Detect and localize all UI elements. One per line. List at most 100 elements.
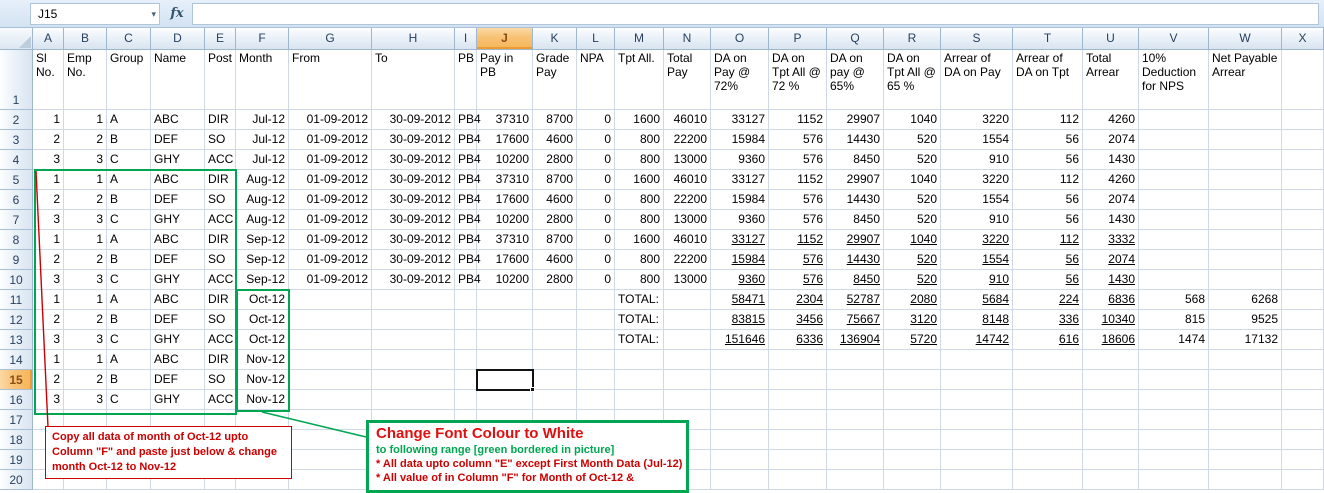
cell-I15[interactable] bbox=[455, 370, 477, 390]
cell-Q4[interactable]: 8450 bbox=[827, 150, 884, 170]
cell-X2[interactable] bbox=[1282, 110, 1324, 130]
cell-V13[interactable]: 1474 bbox=[1139, 330, 1209, 350]
cell-J9[interactable]: 17600 bbox=[477, 250, 533, 270]
cell-H14[interactable] bbox=[372, 350, 455, 370]
cell-X19[interactable] bbox=[1282, 450, 1324, 470]
cell-V10[interactable] bbox=[1139, 270, 1209, 290]
cell-R13[interactable]: 5720 bbox=[884, 330, 941, 350]
cell-X11[interactable] bbox=[1282, 290, 1324, 310]
cell-Q3[interactable]: 14430 bbox=[827, 130, 884, 150]
cell-L14[interactable] bbox=[577, 350, 615, 370]
cell-I3[interactable]: PB4 bbox=[455, 130, 477, 150]
insert-function-button[interactable]: fx bbox=[165, 3, 189, 25]
cell-Q12[interactable]: 75667 bbox=[827, 310, 884, 330]
red-note-box[interactable]: Copy all data of month of Oct-12 upto Co… bbox=[45, 426, 292, 479]
row-header-15[interactable]: 15 bbox=[0, 370, 33, 390]
cell-V7[interactable] bbox=[1139, 210, 1209, 230]
cell-O4[interactable]: 9360 bbox=[711, 150, 769, 170]
cell-L12[interactable] bbox=[577, 310, 615, 330]
row-header-11[interactable]: 11 bbox=[0, 290, 33, 310]
cell-J10[interactable]: 10200 bbox=[477, 270, 533, 290]
cell-K15[interactable] bbox=[533, 370, 577, 390]
cell-L10[interactable]: 0 bbox=[577, 270, 615, 290]
cell-G10[interactable]: 01-09-2012 bbox=[289, 270, 372, 290]
cell-T5[interactable]: 112 bbox=[1013, 170, 1083, 190]
cell-V5[interactable] bbox=[1139, 170, 1209, 190]
cell-J12[interactable] bbox=[477, 310, 533, 330]
cell-P17[interactable] bbox=[769, 410, 827, 430]
cell-I10[interactable]: PB4 bbox=[455, 270, 477, 290]
cell-V3[interactable] bbox=[1139, 130, 1209, 150]
cell-T18[interactable] bbox=[1013, 430, 1083, 450]
cell-L4[interactable]: 0 bbox=[577, 150, 615, 170]
cell-P19[interactable] bbox=[769, 450, 827, 470]
cell-G2[interactable]: 01-09-2012 bbox=[289, 110, 372, 130]
column-header-X[interactable]: X bbox=[1282, 28, 1324, 50]
cell-V4[interactable] bbox=[1139, 150, 1209, 170]
cell-N7[interactable]: 13000 bbox=[664, 210, 711, 230]
cell-L16[interactable] bbox=[577, 390, 615, 410]
cell-I16[interactable] bbox=[455, 390, 477, 410]
cell-X12[interactable] bbox=[1282, 310, 1324, 330]
cell-A1[interactable]: Sl No. bbox=[33, 50, 64, 110]
cell-K4[interactable]: 2800 bbox=[533, 150, 577, 170]
cell-N3[interactable]: 22200 bbox=[664, 130, 711, 150]
column-header-C[interactable]: C bbox=[107, 28, 151, 50]
cell-F8[interactable]: Sep-12 bbox=[236, 230, 289, 250]
cell-H8[interactable]: 30-09-2012 bbox=[372, 230, 455, 250]
row-header-14[interactable]: 14 bbox=[0, 350, 33, 370]
cell-T12[interactable]: 336 bbox=[1013, 310, 1083, 330]
cell-M14[interactable] bbox=[615, 350, 664, 370]
cell-M16[interactable] bbox=[615, 390, 664, 410]
cell-C3[interactable]: B bbox=[107, 130, 151, 150]
cell-N8[interactable]: 46010 bbox=[664, 230, 711, 250]
cell-H2[interactable]: 30-09-2012 bbox=[372, 110, 455, 130]
row-header-5[interactable]: 5 bbox=[0, 170, 33, 190]
cell-P11[interactable]: 2304 bbox=[769, 290, 827, 310]
row-header-3[interactable]: 3 bbox=[0, 130, 33, 150]
cell-C4[interactable]: C bbox=[107, 150, 151, 170]
cell-T15[interactable] bbox=[1013, 370, 1083, 390]
cell-V14[interactable] bbox=[1139, 350, 1209, 370]
column-header-B[interactable]: B bbox=[64, 28, 107, 50]
cell-R8[interactable]: 1040 bbox=[884, 230, 941, 250]
cell-O2[interactable]: 33127 bbox=[711, 110, 769, 130]
cell-V18[interactable] bbox=[1139, 430, 1209, 450]
cell-U10[interactable]: 1430 bbox=[1083, 270, 1139, 290]
cell-A4[interactable]: 3 bbox=[33, 150, 64, 170]
cell-T4[interactable]: 56 bbox=[1013, 150, 1083, 170]
cell-W15[interactable] bbox=[1209, 370, 1282, 390]
cell-B4[interactable]: 3 bbox=[64, 150, 107, 170]
cell-V1[interactable]: 10% Deduction for NPS bbox=[1139, 50, 1209, 110]
column-header-F[interactable]: F bbox=[236, 28, 289, 50]
cell-H5[interactable]: 30-09-2012 bbox=[372, 170, 455, 190]
cell-X14[interactable] bbox=[1282, 350, 1324, 370]
cell-M5[interactable]: 1600 bbox=[615, 170, 664, 190]
cell-S14[interactable] bbox=[941, 350, 1013, 370]
cell-S8[interactable]: 3220 bbox=[941, 230, 1013, 250]
column-header-O[interactable]: O bbox=[711, 28, 769, 50]
cell-W2[interactable] bbox=[1209, 110, 1282, 130]
cell-G11[interactable] bbox=[289, 290, 372, 310]
cell-U7[interactable]: 1430 bbox=[1083, 210, 1139, 230]
cell-S3[interactable]: 1554 bbox=[941, 130, 1013, 150]
cell-E1[interactable]: Post bbox=[205, 50, 236, 110]
cell-M8[interactable]: 1600 bbox=[615, 230, 664, 250]
cell-O3[interactable]: 15984 bbox=[711, 130, 769, 150]
cell-I7[interactable]: PB4 bbox=[455, 210, 477, 230]
cell-W20[interactable] bbox=[1209, 470, 1282, 490]
cell-P14[interactable] bbox=[769, 350, 827, 370]
cell-N9[interactable]: 22200 bbox=[664, 250, 711, 270]
cell-X6[interactable] bbox=[1282, 190, 1324, 210]
cell-O9[interactable]: 15984 bbox=[711, 250, 769, 270]
cell-N10[interactable]: 13000 bbox=[664, 270, 711, 290]
cell-D3[interactable]: DEF bbox=[151, 130, 205, 150]
cell-S13[interactable]: 14742 bbox=[941, 330, 1013, 350]
cell-M7[interactable]: 800 bbox=[615, 210, 664, 230]
cell-P6[interactable]: 576 bbox=[769, 190, 827, 210]
column-header-V[interactable]: V bbox=[1139, 28, 1209, 50]
row-header-13[interactable]: 13 bbox=[0, 330, 33, 350]
cell-G3[interactable]: 01-09-2012 bbox=[289, 130, 372, 150]
cell-N1[interactable]: Total Pay bbox=[664, 50, 711, 110]
cell-I6[interactable]: PB4 bbox=[455, 190, 477, 210]
